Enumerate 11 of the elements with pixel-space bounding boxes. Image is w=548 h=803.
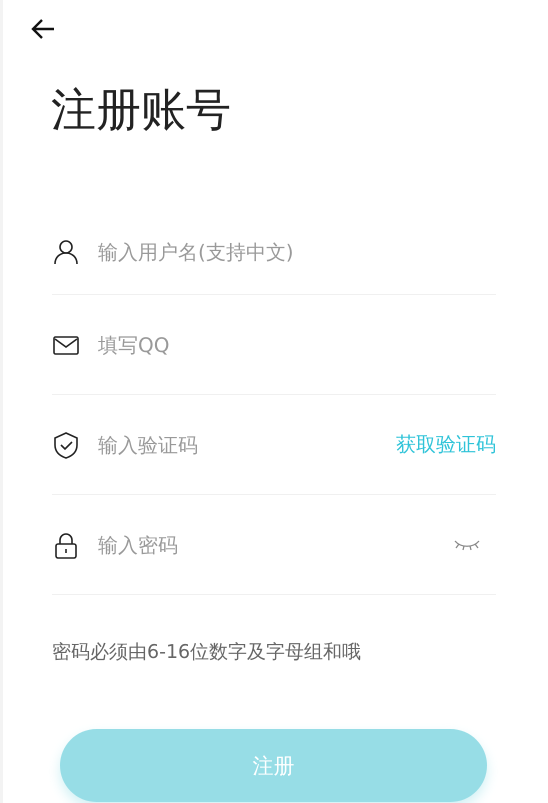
shield-icon [52, 430, 80, 458]
register-button[interactable]: 注册 [60, 729, 487, 802]
input-field[interactable]: 输入用户名(支持中文) [98, 240, 496, 264]
password-hint: 密码必须由6-16位数字及字母组和哦 [52, 640, 362, 665]
input-field[interactable]: 输入验证码 [98, 432, 378, 456]
page-title: 注册账号 [51, 82, 232, 138]
input-field[interactable]: 填写QQ [98, 332, 496, 356]
get-code-link[interactable]: 获取验证码 [396, 431, 496, 458]
lock-icon [52, 530, 80, 558]
input-field[interactable]: 输入密码 [98, 532, 436, 556]
user-icon [52, 238, 80, 266]
